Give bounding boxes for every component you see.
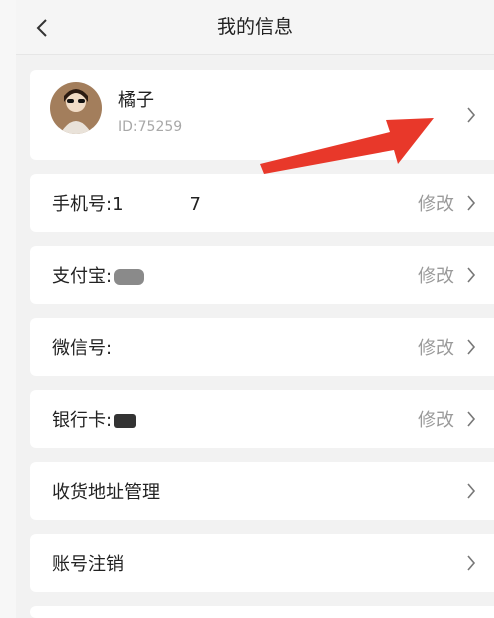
profile-card[interactable]: 橘子 ID:75259 — [30, 70, 494, 160]
alipay-prefix: 支付宝: — [52, 266, 113, 287]
row-account-deletion[interactable]: 账号注销 — [30, 534, 494, 592]
phone-suffix: 7 — [189, 194, 201, 215]
wechat-chevron[interactable] — [464, 335, 478, 359]
alipay-chevron[interactable] — [464, 263, 478, 287]
nickname: 橘子 — [118, 90, 154, 111]
chevron-right-icon — [467, 267, 476, 283]
row-address-management[interactable]: 收货地址管理 — [30, 462, 494, 520]
bank-card-prefix: 银行卡: — [52, 410, 113, 431]
phone-prefix: 手机号:1 — [52, 194, 124, 215]
phone-chevron[interactable] — [464, 191, 478, 215]
row-wechat[interactable]: 微信号: 修改 — [30, 318, 494, 376]
bank-card-chevron[interactable] — [464, 407, 478, 431]
wechat-prefix: 微信号: — [52, 338, 113, 359]
chevron-right-icon — [467, 555, 476, 571]
top-bar: 我的信息 — [16, 0, 494, 55]
bank-card-edit-button[interactable]: 修改 — [418, 406, 454, 432]
redaction-mask — [114, 269, 145, 285]
alipay-label: 支付宝: — [52, 262, 145, 288]
account-deletion-label: 账号注销 — [52, 554, 124, 575]
row-phone[interactable]: 手机号:1 7 修改 — [30, 174, 494, 232]
page-title: 我的信息 — [216, 16, 293, 38]
address-chevron[interactable] — [464, 479, 478, 503]
avatar-image — [50, 82, 102, 134]
row-bank-card[interactable]: 银行卡: 修改 — [30, 390, 494, 448]
redaction-mask — [112, 342, 147, 356]
chevron-right-icon — [467, 107, 476, 123]
chevron-right-icon — [467, 339, 476, 355]
chevron-right-icon — [467, 483, 476, 499]
alipay-edit-button[interactable]: 修改 — [418, 262, 454, 288]
chevron-right-icon — [467, 411, 476, 427]
account-deletion-chevron[interactable] — [464, 551, 478, 575]
redaction-mask — [123, 198, 190, 212]
left-gutter — [0, 0, 16, 618]
bank-card-label: 银行卡: — [52, 406, 137, 432]
wechat-edit-button[interactable]: 修改 — [418, 334, 454, 360]
user-id: ID:75259 — [118, 119, 183, 135]
phone-edit-button[interactable]: 修改 — [418, 190, 454, 216]
redaction-mask — [114, 414, 137, 428]
avatar[interactable] — [50, 82, 102, 134]
profile-chevron[interactable] — [464, 103, 478, 127]
wechat-label: 微信号: — [52, 334, 147, 360]
row-alipay[interactable]: 支付宝: 修改 — [30, 246, 494, 304]
address-management-label: 收货地址管理 — [52, 482, 160, 503]
chevron-right-icon — [467, 195, 476, 211]
phone-label: 手机号:1 7 — [52, 190, 201, 216]
row-partial — [30, 606, 494, 618]
